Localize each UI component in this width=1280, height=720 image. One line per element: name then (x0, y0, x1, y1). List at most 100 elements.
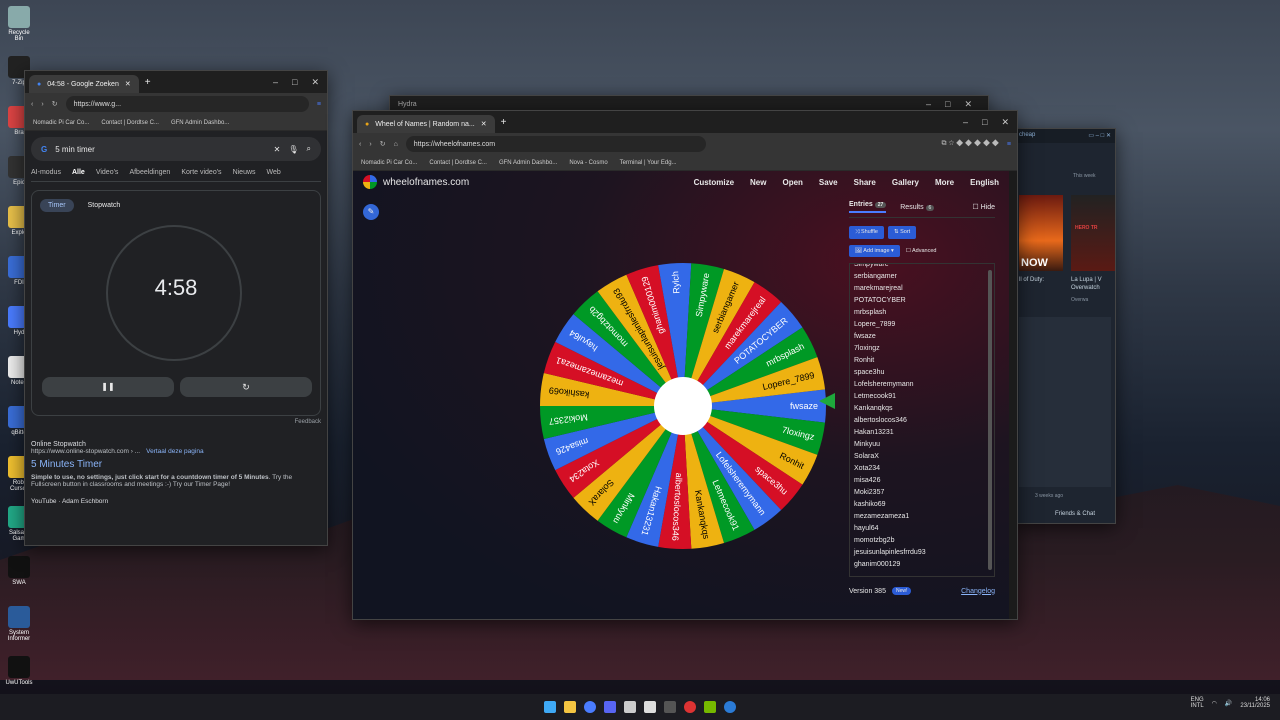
close-window-icon[interactable]: ✕ (311, 77, 319, 88)
changelog-link[interactable]: Changelog (961, 588, 995, 595)
bookmark[interactable]: GFN Admin Dashbo... (499, 160, 557, 166)
forward-icon[interactable]: › (41, 101, 43, 108)
game-banner[interactable]: NOW (1019, 195, 1063, 271)
filter-tab[interactable]: Alle (72, 169, 85, 176)
google-tab[interactable]: ● 04:58 - Google Zoeken ✕ (29, 75, 139, 93)
game-card[interactable]: HERO TR (1071, 195, 1115, 271)
next-result[interactable]: YouTube · Adam Eschborn (31, 498, 321, 505)
close-icon[interactable]: ✕ (481, 120, 487, 128)
tab-stopwatch[interactable]: Stopwatch (84, 199, 125, 212)
filter-tab[interactable]: AI-modus (31, 169, 61, 176)
wheel-tab[interactable]: ● Wheel of Names | Random na... ✕ (357, 115, 495, 133)
bookmark[interactable]: Terminal | Your Edg... (620, 160, 677, 166)
minimize-icon[interactable]: – (273, 77, 278, 88)
app-icon[interactable] (724, 701, 736, 713)
hide-checkbox[interactable]: ☐ Hide (972, 203, 995, 211)
wheel-center[interactable] (654, 377, 712, 435)
chrome-icon[interactable] (684, 701, 696, 713)
bookmark[interactable]: Nomadic Pi Car Co... (33, 120, 89, 126)
home-icon[interactable]: ⌂ (394, 141, 398, 148)
bookmark[interactable]: Nomadic Pi Car Co... (361, 160, 417, 166)
system-tray[interactable]: ENG INTL ◠ 🔊 14:06 23/11/2025 (1191, 697, 1270, 709)
back-icon[interactable]: ‹ (359, 141, 361, 148)
menu-icon[interactable]: ≡ (1007, 141, 1011, 148)
bookmark[interactable]: GFN Admin Dashbo... (171, 120, 229, 126)
chrome-icon[interactable] (584, 701, 596, 713)
maximize-icon[interactable]: □ (982, 117, 987, 128)
feedback-link[interactable]: Feedback (31, 419, 321, 425)
url-field[interactable]: https://wheelofnames.com (405, 136, 706, 152)
terminal-icon[interactable] (664, 701, 676, 713)
menu-icon[interactable]: ≡ (317, 101, 321, 108)
tab-results[interactable]: Results 6 (900, 204, 935, 211)
desktop-icon[interactable]: UwUTools (4, 656, 34, 686)
menu-item[interactable]: Gallery (892, 178, 919, 187)
filter-tab[interactable]: Video's (96, 169, 119, 176)
bookmark[interactable]: Contact | Dordtse C... (101, 120, 159, 126)
menu-item[interactable]: English (970, 178, 999, 187)
tab-timer[interactable]: Timer (40, 199, 74, 212)
wifi-icon[interactable]: ◠ (1212, 700, 1217, 707)
reload-icon[interactable]: ↻ (380, 140, 386, 148)
volume-icon[interactable]: 🔊 (1225, 700, 1232, 707)
menu-item[interactable]: Save (819, 178, 838, 187)
sort-button[interactable]: ⇅ Sort (887, 226, 917, 239)
extensions-icon[interactable]: ⧉ ☆ ◆ ◆ ◆ ◆ ◆ (942, 140, 999, 148)
result-site[interactable]: Online Stopwatch (31, 441, 321, 448)
scrollbar[interactable] (988, 270, 992, 570)
nvidia-icon[interactable] (704, 701, 716, 713)
close-icon[interactable]: ✕ (125, 80, 131, 88)
filter-tab[interactable]: Afbeeldingen (129, 169, 170, 176)
menu-item[interactable]: More (935, 178, 954, 187)
app-icon[interactable] (644, 701, 656, 713)
start-icon[interactable] (544, 701, 556, 713)
filter-tab[interactable]: Korte video's (181, 169, 221, 176)
desktop-icon[interactable]: System Informer (4, 606, 34, 642)
reset-button[interactable]: ↻ (180, 377, 312, 397)
filter-tab[interactable]: Nieuws (233, 169, 256, 176)
menu-item[interactable]: Customize (694, 178, 734, 187)
new-tab-icon[interactable]: + (145, 77, 151, 88)
search-input[interactable]: 5 min timer (55, 145, 265, 154)
wheel[interactable]: fwsaze7loxingzRonhitspace3huLofelsheremy… (538, 261, 828, 551)
entries-textarea[interactable]: Simpyware serbiangamer marekmarejreal POTAT… (849, 263, 995, 577)
menu-item[interactable]: New (750, 178, 766, 187)
close-window-icon[interactable]: ✕ (964, 99, 972, 110)
tab-entries[interactable]: Entries 27 (849, 201, 887, 213)
result-title[interactable]: 5 Minutes Timer (31, 459, 321, 470)
bookmark[interactable]: Nova - Cosmo (569, 160, 607, 166)
desktop-icon[interactable]: Recycle Bin (4, 6, 34, 42)
friends-chat[interactable]: Friends & Chat (1055, 511, 1095, 517)
maximize-icon[interactable]: □ (945, 99, 950, 110)
minimize-icon[interactable]: – (926, 99, 931, 110)
filter-tab[interactable]: Web (267, 169, 281, 176)
back-icon[interactable]: ‹ (31, 101, 33, 108)
bookmark[interactable]: Contact | Dordtse C... (429, 160, 487, 166)
shuffle-button[interactable]: ⤨ Shuffle (849, 226, 884, 239)
url-field[interactable]: https://www.g... (65, 96, 309, 112)
advanced-checkbox[interactable]: ☐ Advanced (906, 248, 937, 254)
menu-item[interactable]: Share (854, 178, 876, 187)
edit-button[interactable]: ✎ (363, 204, 379, 220)
clear-icon[interactable]: ✕ (274, 145, 281, 154)
translate-link[interactable]: Vertaal deze pagina (146, 448, 203, 455)
close-window-icon[interactable]: ✕ (1001, 117, 1009, 128)
app-icon[interactable] (624, 701, 636, 713)
reload-icon[interactable]: ↻ (52, 100, 58, 108)
pause-button[interactable]: ❚❚ (42, 377, 174, 397)
desktop-icon[interactable]: SWA (4, 556, 34, 586)
brand-name[interactable]: wheelofnames.com (383, 177, 469, 188)
entries-count: 27 (874, 202, 887, 208)
search-box[interactable]: G 5 min timer ✕ 🎙 ⌕ (31, 137, 321, 161)
explorer-icon[interactable] (564, 701, 576, 713)
window-controls[interactable]: ▭ – □ ✕ (1088, 132, 1111, 140)
menu-item[interactable]: Open (782, 178, 802, 187)
new-tab-icon[interactable]: + (501, 117, 507, 128)
search-icon[interactable]: ⌕ (307, 144, 311, 154)
forward-icon[interactable]: › (369, 141, 371, 148)
add-image-button[interactable]: 🖼 Add image ▾ (849, 245, 900, 257)
maximize-icon[interactable]: □ (292, 77, 297, 88)
minimize-icon[interactable]: – (963, 117, 968, 128)
mic-icon[interactable]: 🎙 (288, 145, 298, 154)
discord-icon[interactable] (604, 701, 616, 713)
